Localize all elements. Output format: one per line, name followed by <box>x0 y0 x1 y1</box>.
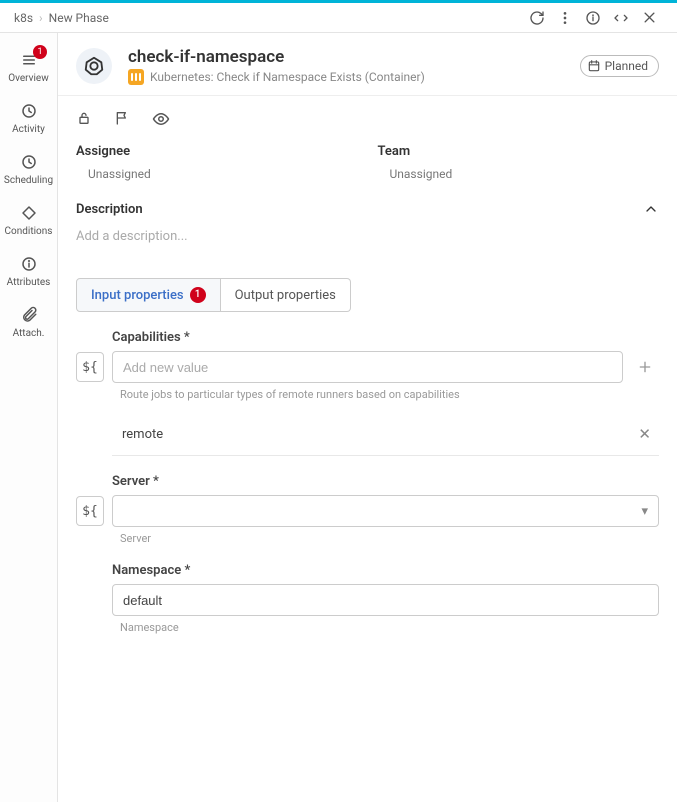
nav-label: Activity <box>12 124 45 135</box>
tab-input-properties[interactable]: Input properties 1 <box>76 278 221 312</box>
nav-label: Scheduling <box>4 175 53 186</box>
description-label: Description <box>76 202 643 217</box>
chip-text: remote <box>122 427 634 442</box>
description-header[interactable]: Description <box>58 183 677 225</box>
action-bar <box>58 96 677 138</box>
namespace-input[interactable] <box>112 584 659 616</box>
header: check-if-namespace Kubernetes: Check if … <box>58 33 677 96</box>
nav-label: Attach. <box>13 328 45 339</box>
server-label: Server * <box>112 474 659 489</box>
assignee-label: Assignee <box>76 144 358 159</box>
provider-icon <box>128 69 144 85</box>
more-vertical-icon[interactable] <box>551 4 579 32</box>
capabilities-help: Route jobs to particular types of remote… <box>120 388 659 401</box>
nav-label: Overview <box>8 73 49 84</box>
nav-label: Attributes <box>7 277 51 288</box>
tab-badge: 1 <box>190 287 206 303</box>
namespace-label: Namespace * <box>112 563 659 578</box>
add-value-button[interactable] <box>631 353 659 381</box>
nav-attach[interactable]: Attach. <box>0 296 57 347</box>
info-icon[interactable] <box>579 4 607 32</box>
lock-icon[interactable] <box>76 110 92 128</box>
chip-remove-icon[interactable]: ✕ <box>634 423 655 445</box>
status-pill[interactable]: Planned <box>580 55 659 77</box>
variable-button[interactable]: ${ <box>76 352 104 382</box>
breadcrumb-item[interactable]: k8s <box>14 11 33 25</box>
tab-label: Input properties <box>91 288 184 303</box>
breadcrumb-item[interactable]: New Phase <box>49 11 109 25</box>
page-title: check-if-namespace <box>128 47 580 67</box>
capabilities-label: Capabilities * <box>112 330 659 345</box>
capability-chip: remote ✕ <box>112 409 659 456</box>
chevron-down-icon: ▾ <box>641 504 648 519</box>
variable-button[interactable]: ${ <box>76 496 104 526</box>
nav-activity[interactable]: Activity <box>0 92 57 143</box>
nav-label: Conditions <box>5 226 53 237</box>
nav-attributes[interactable]: Attributes <box>0 245 57 296</box>
capabilities-input[interactable] <box>112 351 623 383</box>
tab-label: Output properties <box>235 288 336 303</box>
nav-overview[interactable]: 1 Overview <box>0 41 57 92</box>
nav-badge: 1 <box>33 45 47 59</box>
chevron-up-icon[interactable] <box>643 201 659 217</box>
refresh-icon[interactable] <box>523 4 551 32</box>
team-label: Team <box>378 144 660 159</box>
status-label: Planned <box>605 59 648 73</box>
description-input[interactable]: Add a description... <box>58 225 677 264</box>
nav-conditions[interactable]: Conditions <box>0 194 57 245</box>
breadcrumb-bar: k8s › New Phase <box>0 3 677 33</box>
team-value[interactable]: Unassigned <box>378 167 660 181</box>
assignee-value[interactable]: Unassigned <box>76 167 358 181</box>
eye-icon[interactable] <box>152 110 170 128</box>
side-nav: 1 Overview Activity Scheduling Condition… <box>0 33 58 802</box>
server-select[interactable]: ▾ <box>112 495 659 527</box>
tab-output-properties[interactable]: Output properties <box>221 278 351 312</box>
flag-icon[interactable] <box>114 110 130 128</box>
server-help: Server <box>120 532 659 545</box>
page-subtitle: Kubernetes: Check if Namespace Exists (C… <box>150 70 425 84</box>
namespace-help: Namespace <box>120 621 659 634</box>
close-icon[interactable] <box>635 4 663 32</box>
kubernetes-icon <box>76 48 112 84</box>
nav-scheduling[interactable]: Scheduling <box>0 143 57 194</box>
property-tabs: Input properties 1 Output properties <box>76 278 659 312</box>
breadcrumb-sep: › <box>39 11 43 25</box>
expand-icon[interactable] <box>607 4 635 32</box>
